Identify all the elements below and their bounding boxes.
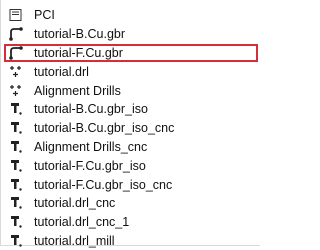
list-item-label: tutorial.drl_cnc [34,196,116,211]
list-item-label: PCI [34,8,55,23]
project-tree-panel: PCI tutorial-B.Cu.gbr tutorial-F.Cu.gbr … [0,0,260,248]
list-item-label: tutorial-B.Cu.gbr [34,27,126,42]
cnc-icon [8,120,24,136]
drill-icon [8,83,24,99]
project-object-list: PCI tutorial-B.Cu.gbr tutorial-F.Cu.gbr … [4,6,258,250]
list-item-selected[interactable]: tutorial-F.Cu.gbr [4,43,258,63]
gerber-icon [8,26,24,42]
list-item[interactable]: tutorial-B.Cu.gbr_iso [6,100,258,119]
list-item[interactable]: Alignment Drills_cnc [6,138,258,157]
list-item[interactable]: tutorial.drl [6,62,258,81]
folder-icon [8,7,24,23]
list-item[interactable]: tutorial-B.Cu.gbr [6,25,258,44]
cnc-icon [8,214,24,230]
list-item[interactable]: tutorial-F.Cu.gbr_iso [6,156,258,175]
list-item[interactable]: tutorial.drl_cnc_1 [6,213,258,232]
list-item-label: tutorial.drl_cnc_1 [34,215,130,230]
list-item-label: tutorial.drl_mill [34,233,115,248]
list-item-label: tutorial-B.Cu.gbr_iso [34,102,148,117]
list-item[interactable]: tutorial-B.Cu.gbr_iso_cnc [6,119,258,138]
cnc-icon [8,233,24,249]
list-item-label: tutorial-F.Cu.gbr_iso [34,158,146,173]
list-item-label: Alignment Drills [34,83,121,98]
list-item[interactable]: tutorial-F.Cu.gbr_iso_cnc [6,175,258,194]
list-item-label: tutorial-B.Cu.gbr_iso_cnc [34,121,175,136]
drill-icon [8,64,24,80]
list-item[interactable]: tutorial.drl_mill [6,232,258,250]
list-item-label: Alignment Drills_cnc [34,139,148,154]
list-item[interactable]: Alignment Drills [6,81,258,100]
cnc-icon [8,158,24,174]
list-item[interactable]: PCI [6,6,258,25]
cnc-icon [8,101,24,117]
list-item[interactable]: tutorial.drl_cnc [6,194,258,213]
gerber-icon [8,45,24,61]
list-item-label: tutorial-F.Cu.gbr_iso_cnc [34,177,173,192]
cnc-icon [8,139,24,155]
cnc-icon [8,177,24,193]
cnc-icon [8,195,24,211]
list-item-label: tutorial-F.Cu.gbr [34,45,123,60]
list-item-label: tutorial.drl [34,64,89,79]
